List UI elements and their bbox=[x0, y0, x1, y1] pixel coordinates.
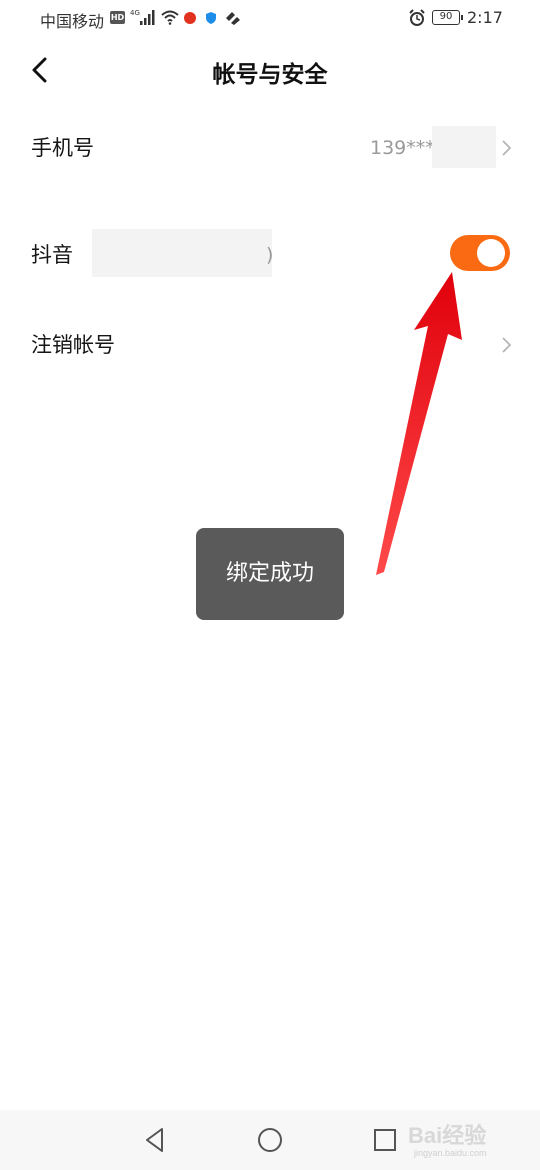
redaction-blur bbox=[92, 229, 272, 277]
signal-icon: 4G bbox=[130, 9, 155, 25]
app-badge-icon bbox=[226, 12, 240, 25]
cancel-account-label: 注销帐号 bbox=[31, 333, 115, 357]
account-security-screen: 中国移动 HD 4G 90 2:17 帐号与安全 手机号 139*** 抖音)… bbox=[0, 0, 540, 1170]
nav-recents-icon[interactable] bbox=[372, 1126, 398, 1154]
clock: 2:17 bbox=[467, 8, 503, 27]
douyin-id-suffix: ) bbox=[266, 244, 274, 266]
douyin-bind-toggle[interactable] bbox=[450, 235, 510, 271]
page-title: 帐号与安全 bbox=[212, 62, 328, 88]
chevron-right-icon bbox=[502, 140, 512, 156]
douyin-label: 抖音 bbox=[31, 243, 73, 267]
phone-label: 手机号 bbox=[31, 136, 94, 160]
nav-back-icon[interactable] bbox=[142, 1125, 168, 1155]
battery-icon: 90 bbox=[432, 10, 463, 25]
carrier-label: 中国移动 bbox=[40, 12, 105, 31]
shield-icon bbox=[206, 12, 216, 24]
baidu-watermark-url: jingyan.baidu.com bbox=[414, 1148, 487, 1158]
phone-number-row[interactable]: 手机号 139*** bbox=[0, 108, 540, 188]
chevron-right-icon bbox=[502, 337, 512, 353]
toast-message: 绑定成功 bbox=[196, 528, 344, 620]
redaction-blur bbox=[432, 126, 496, 168]
status-bar: 中国移动 HD 4G 90 2:17 bbox=[0, 0, 540, 36]
toggle-knob bbox=[477, 239, 505, 267]
system-nav-bar: Bai经验 jingyan.baidu.com bbox=[0, 1110, 540, 1170]
alarm-icon bbox=[409, 9, 425, 26]
network-type: 4G bbox=[130, 9, 140, 17]
nav-home-icon[interactable] bbox=[256, 1125, 284, 1155]
baidu-watermark: Bai经验 bbox=[408, 1123, 487, 1148]
hd-badge: HD bbox=[110, 11, 125, 24]
phone-value: 139*** bbox=[370, 137, 435, 159]
cancel-account-row[interactable]: 注销帐号 bbox=[0, 305, 540, 385]
douyin-binding-row: 抖音 ) bbox=[0, 215, 540, 295]
wifi-icon bbox=[161, 10, 179, 25]
app-notification-icon bbox=[184, 12, 196, 24]
nav-bar: 帐号与安全 bbox=[0, 40, 540, 100]
